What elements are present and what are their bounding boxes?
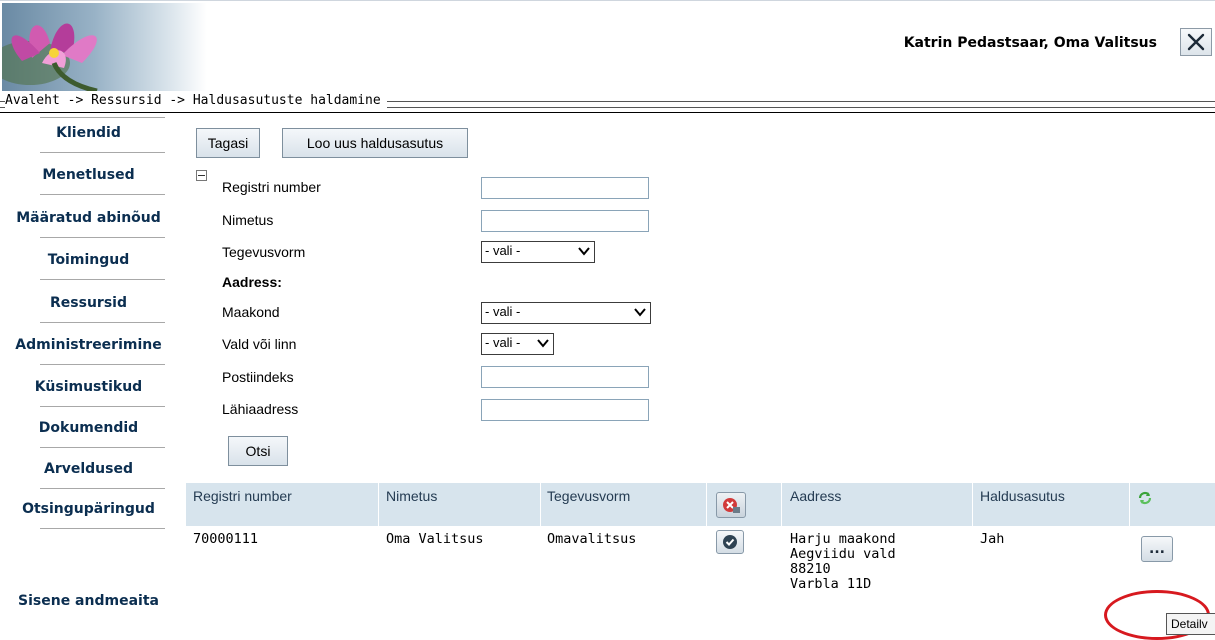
checkmark-icon [723,535,737,549]
refresh-icon[interactable] [1137,490,1153,506]
address-street: Varbla 11D [790,576,872,592]
cell-activity-form: Omavalitsus [547,531,637,547]
sidebar-item-label: Sisene andmeaita [18,593,159,609]
active-status-button[interactable] [716,530,744,554]
municipality-label: Vald või linn [222,336,297,352]
sidebar-item-sisene-andmeaita[interactable]: Sisene andmeaita [2,593,175,627]
main-content: Tagasi Loo uus haldusasutus Registri num… [186,117,1215,640]
sidebar-item-label: Dokumendid [38,420,139,436]
chevron-down-icon [578,247,590,256]
address-county: Harju maakond [790,531,896,547]
cell-authority: Jah [980,531,1005,547]
sidebar-item-kliendid[interactable]: Kliendid [2,117,175,155]
registry-number-label: Registri number [222,179,321,195]
lotus-logo [2,3,207,91]
sidebar-item-menetlused[interactable]: Menetlused [2,159,175,197]
back-button[interactable]: Tagasi [196,128,260,158]
create-authority-button[interactable]: Loo uus haldusasutus [282,128,468,158]
sidebar-item-label: Ressursid [50,295,127,311]
postal-code-input[interactable] [481,366,649,388]
sidebar-item-otsinguparingud[interactable]: Otsingupäringud [2,493,175,531]
table-header-row: Registri number Nimetus Tegevusvorm Aadr… [186,483,1215,526]
details-tooltip: Detailv [1166,613,1215,635]
header-address[interactable]: Aadress [790,483,841,526]
chevron-down-icon [634,308,646,317]
table-row: 70000111 Oma Valitsus Omavalitsus Harju … [186,526,1215,640]
sidebar-item-ressursid[interactable]: Ressursid [2,287,175,325]
sidebar-item-label: Otsingupäringud [22,501,155,517]
sidebar-item-maaratud-abinoud[interactable]: Määratud abinõud [2,202,175,240]
sidebar-item-label: Arveldused [44,461,133,477]
county-value: - vali - [485,304,521,319]
cell-address: Harju maakond Aegviidu vald 88210 Varbla… [790,532,896,592]
address-input[interactable] [481,399,649,421]
sidebar-item-label: Toimingud [47,252,130,268]
sidebar-item-toimingud[interactable]: Toimingud [2,244,175,282]
header-activity-form[interactable]: Tegevusvorm [547,483,630,526]
header-registry-number[interactable]: Registri number [193,483,292,526]
address-municipality: Aegviidu vald [790,546,896,562]
app-header: Katrin Pedastsaar, Oma Valitsus [0,0,1215,93]
cell-registry-number: 70000111 [193,531,259,547]
county-select[interactable]: - vali - [481,302,651,324]
cell-name: Oma Valitsus [386,531,484,547]
sidebar-item-label: Määratud abinõud [16,210,161,226]
collapse-toggle-icon[interactable] [196,170,207,181]
sidebar-item-label: Administreerimine [15,337,162,353]
sidebar-item-label: Küsimustikud [34,379,143,395]
activity-form-label: Tegevusvorm [222,244,306,260]
county-label: Maakond [222,304,280,320]
municipality-value: - vali - [485,335,521,350]
delete-icon [723,498,740,513]
sidebar-item-administreerimine[interactable]: Administreerimine [2,329,175,367]
activity-form-select[interactable]: - vali - [481,241,595,263]
sidebar-item-label: Kliendid [56,125,121,141]
activity-form-value: - vali - [485,243,521,258]
municipality-select[interactable]: - vali - [481,333,554,355]
close-button[interactable] [1180,28,1212,56]
name-label: Nimetus [222,212,274,228]
sidebar-item-kusimustikud[interactable]: Küsimustikud [2,371,175,409]
clear-filter-button[interactable] [716,492,746,518]
search-button[interactable]: Otsi [228,436,288,466]
registry-number-input[interactable] [481,177,649,199]
breadcrumb: Avaleht -> Ressursid -> Haldusasutuste h… [5,93,387,108]
user-organization-label: Katrin Pedastsaar, Oma Valitsus [903,35,1157,51]
header-authority[interactable]: Haldusasutus [980,483,1065,526]
header-name[interactable]: Nimetus [386,483,437,526]
name-input[interactable] [481,210,649,232]
address-heading: Aadress: [222,274,282,290]
sidebar-item-arveldused[interactable]: Arveldused [2,453,175,491]
sidebar-item-dokumendid[interactable]: Dokumendid [2,412,175,450]
chevron-down-icon [537,339,549,348]
postal-code-label: Postiindeks [222,369,294,385]
close-icon [1187,33,1205,51]
sidebar-item-label: Menetlused [42,167,135,183]
address-postal-code: 88210 [790,561,831,577]
address-label: Lähiaadress [222,401,299,417]
breadcrumb-bar: Avaleht -> Ressursid -> Haldusasutuste h… [0,92,1215,113]
details-button[interactable]: ... [1141,536,1173,562]
sidebar: Kliendid Menetlused Määratud abinõud Toi… [0,117,176,609]
